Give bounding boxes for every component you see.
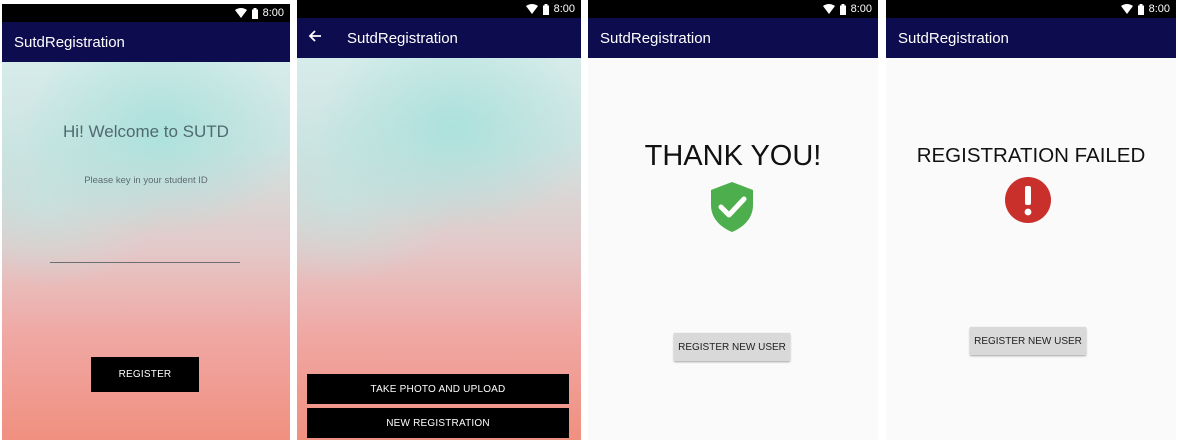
app-bar: SutdRegistration	[297, 18, 581, 58]
app-bar: SutdRegistration	[2, 22, 290, 62]
thank-you-heading: THANK YOU!	[644, 140, 822, 172]
status-bar: 8:00	[886, 0, 1176, 18]
wifi-icon	[822, 4, 835, 14]
register-button[interactable]: REGISTER	[91, 357, 199, 392]
app-title: SutdRegistration	[347, 29, 458, 47]
status-time: 8:00	[553, 3, 575, 15]
battery-icon	[542, 3, 549, 15]
status-bar: 8:00	[588, 0, 878, 18]
welcome-heading: Hi! Welcome to SUTD	[63, 122, 229, 141]
status-time: 8:00	[1148, 3, 1170, 15]
battery-icon	[1137, 3, 1144, 15]
phone-screen-actions: 8:00 SutdRegistration TAKE PHOTO AND UPL…	[297, 0, 581, 440]
phone-screen-failed: 8:00 SutdRegistration REGISTRATION FAILE…	[886, 0, 1176, 440]
register-new-user-button[interactable]: REGISTER NEW USER	[674, 333, 790, 361]
app-title: SutdRegistration	[898, 29, 1009, 47]
battery-icon	[839, 3, 846, 15]
wifi-icon	[234, 8, 247, 18]
app-title: SutdRegistration	[600, 29, 711, 47]
status-time: 8:00	[262, 7, 284, 19]
wifi-icon	[1120, 4, 1133, 14]
actions-content: TAKE PHOTO AND UPLOAD NEW REGISTRATION	[297, 58, 581, 440]
phone-screen-login: 8:00 SutdRegistration Hi! Welcome to SUT…	[2, 4, 290, 440]
student-id-hint: Please key in your student ID	[84, 175, 208, 186]
new-registration-button[interactable]: NEW REGISTRATION	[307, 408, 569, 438]
failed-content: REGISTRATION FAILED REGISTER NEW USER	[886, 58, 1176, 440]
app-bar: SutdRegistration	[886, 18, 1176, 58]
app-bar: SutdRegistration	[588, 18, 878, 58]
student-id-input[interactable]	[50, 240, 240, 263]
wifi-icon	[525, 4, 538, 14]
take-photo-upload-button[interactable]: TAKE PHOTO AND UPLOAD	[307, 374, 569, 404]
error-circle-icon	[1004, 176, 1052, 224]
registration-failed-heading: REGISTRATION FAILED	[916, 144, 1146, 167]
status-time: 8:00	[850, 3, 872, 15]
status-bar: 8:00	[2, 4, 290, 22]
status-bar: 8:00	[297, 0, 581, 18]
register-new-user-button[interactable]: REGISTER NEW USER	[970, 327, 1086, 355]
battery-icon	[251, 7, 258, 19]
phone-screen-success: 8:00 SutdRegistration THANK YOU! REGISTE…	[588, 0, 878, 440]
arrow-back-icon[interactable]	[297, 28, 333, 48]
app-title: SutdRegistration	[14, 33, 125, 51]
success-content: THANK YOU! REGISTER NEW USER	[588, 58, 878, 440]
shield-check-icon	[709, 181, 755, 233]
login-content: Hi! Welcome to SUTD Please key in your s…	[2, 62, 290, 440]
